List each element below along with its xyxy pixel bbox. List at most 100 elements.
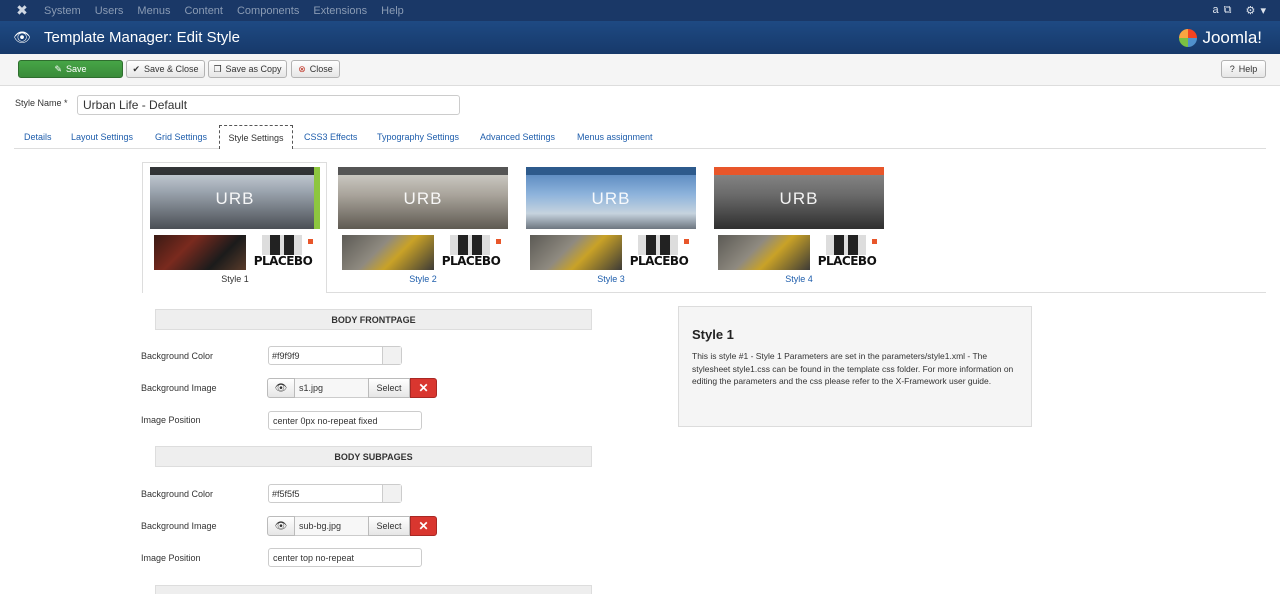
band-silhouettes — [638, 235, 678, 255]
page-title: Template Manager: Edit Style — [44, 29, 240, 46]
subpages-image-position-input[interactable]: center top no-repeat — [268, 548, 422, 567]
accent-dot — [684, 239, 689, 244]
tab-css3-effects[interactable]: CSS3 Effects — [304, 125, 357, 149]
section-partial — [155, 585, 592, 594]
subpages-bg-color-value: #f5f5f5 — [269, 485, 383, 502]
subpages-bg-image-field: 👁 sub-bg.jpg Select ✕ — [267, 516, 437, 536]
tab-typography-settings[interactable]: Typography Settings — [377, 125, 459, 149]
preview-eye-icon[interactable]: 👁 — [267, 516, 295, 536]
preview-nav — [150, 167, 320, 175]
preview-band: PLACEBO — [814, 235, 880, 270]
subpages-bg-image-value: sub-bg.jpg — [295, 516, 368, 536]
admin-menu-bar: ✖ System Users Menus Content Components … — [0, 0, 1280, 21]
style-name-input[interactable] — [77, 95, 460, 115]
subpages-image-position-label: Image Position — [141, 553, 201, 563]
frontpage-bg-image-label: Background Image — [141, 383, 217, 393]
frontpage-bg-image-field: 👁 s1.jpg Select ✕ — [267, 378, 437, 398]
band-silhouettes — [450, 235, 490, 255]
gear-icon: ⚙ — [1245, 5, 1256, 17]
style-1-label[interactable]: Style 1 — [150, 274, 320, 284]
frontpage-bg-color-input[interactable]: #f9f9f9 — [268, 346, 402, 365]
check-icon: ✔ — [132, 63, 140, 74]
band-name: PLACEBO — [817, 254, 877, 268]
preview-band: PLACEBO — [626, 235, 692, 270]
menu-system[interactable]: System — [44, 5, 81, 17]
style-name-label: Style Name * — [15, 98, 68, 108]
close-button[interactable]: ⊗ Close — [291, 60, 340, 78]
preview-nav — [338, 167, 508, 175]
section-body-subpages: BODY SUBPAGES — [155, 446, 592, 467]
page-header: 👁 Template Manager: Edit Style Joomla! — [0, 21, 1280, 54]
help-button[interactable]: ? Help — [1221, 60, 1266, 78]
user-name: a — [1212, 4, 1219, 16]
style-info-title: Style 1 — [692, 327, 734, 342]
accent-dot — [872, 239, 877, 244]
save-button-label: Save — [66, 64, 87, 74]
subpages-color-swatch[interactable] — [383, 485, 401, 502]
joomla-menu-icon[interactable]: ✖ — [0, 0, 44, 21]
tab-style-settings[interactable]: Style Settings — [219, 125, 293, 149]
preview-eye-icon[interactable]: 👁 — [267, 378, 295, 398]
subpages-remove-icon[interactable]: ✕ — [410, 516, 437, 536]
style-2-thumbnail[interactable]: URB PLACEBO — [338, 167, 508, 270]
menu-extensions[interactable]: Extensions — [313, 5, 367, 17]
preview-logo: URB — [779, 189, 819, 208]
style-2-label[interactable]: Style 2 — [338, 274, 508, 284]
cancel-icon: ⊗ — [298, 63, 306, 74]
menu-components[interactable]: Components — [237, 5, 299, 17]
joomla-logo: Joomla! — [1179, 28, 1262, 48]
band-silhouettes — [262, 235, 302, 255]
settings-caret: ▾ — [1260, 5, 1266, 17]
question-icon: ? — [1229, 64, 1235, 74]
tab-menus-assignment[interactable]: Menus assignment — [577, 125, 653, 149]
preview-photo — [154, 235, 246, 270]
tab-advanced-settings[interactable]: Advanced Settings — [480, 125, 555, 149]
save-button[interactable]: ✎ Save — [18, 60, 123, 78]
save-copy-button-label: Save as Copy — [225, 64, 282, 74]
frontpage-remove-icon[interactable]: ✕ — [410, 378, 437, 398]
preview-band: PLACEBO — [250, 235, 316, 270]
preview-logo: URB — [591, 189, 631, 208]
frontpage-color-swatch[interactable] — [383, 347, 401, 364]
save-close-button[interactable]: ✔ Save & Close — [126, 60, 205, 78]
menu-users[interactable]: Users — [95, 5, 124, 17]
frontpage-image-position-input[interactable]: center 0px no-repeat fixed — [268, 411, 422, 430]
tab-details[interactable]: Details — [24, 125, 52, 149]
frontpage-bg-color-value: #f9f9f9 — [269, 347, 383, 364]
preview-logo: URB — [403, 189, 443, 208]
subpages-bg-color-label: Background Color — [141, 489, 214, 499]
frontpage-bg-image-value: s1.jpg — [295, 378, 368, 398]
style-3-thumbnail[interactable]: URB PLACEBO — [526, 167, 696, 270]
menu-help[interactable]: Help — [381, 5, 404, 17]
preview-nav — [526, 167, 696, 175]
settings-menu[interactable]: ⚙ ▾ — [1246, 4, 1266, 17]
preview-band: PLACEBO — [438, 235, 504, 270]
toolbar: ✎ Save ✔ Save & Close ❐ Save as Copy ⊗ Close… — [0, 54, 1280, 86]
style-1-thumbnail[interactable]: URB PLACEBO — [150, 167, 320, 270]
eye-icon: 👁 — [13, 29, 31, 45]
accent-dot — [496, 239, 501, 244]
frontpage-select-button[interactable]: Select — [368, 378, 410, 398]
preview-nav — [714, 167, 884, 175]
preview-photo — [718, 235, 810, 270]
user-menu[interactable]: a ⧉ — [1212, 4, 1231, 17]
band-name: PLACEBO — [629, 254, 689, 268]
external-link-icon: ⧉ — [1223, 4, 1232, 16]
subpages-select-button[interactable]: Select — [368, 516, 410, 536]
style-3-label[interactable]: Style 3 — [526, 274, 696, 284]
menu-content[interactable]: Content — [184, 5, 223, 17]
subpages-bg-color-input[interactable]: #f5f5f5 — [268, 484, 402, 503]
style-4-thumbnail[interactable]: URB PLACEBO — [714, 167, 884, 270]
band-name: PLACEBO — [253, 254, 313, 268]
subpages-bg-image-label: Background Image — [141, 521, 217, 531]
copy-icon: ❐ — [213, 63, 222, 74]
tab-grid-settings[interactable]: Grid Settings — [155, 125, 207, 149]
menu-menus[interactable]: Menus — [137, 5, 170, 17]
save-copy-button[interactable]: ❐ Save as Copy — [208, 60, 287, 78]
band-name: PLACEBO — [441, 254, 501, 268]
style-info-description: This is style #1 - Style 1 Parameters ar… — [692, 351, 1014, 386]
style-4-label[interactable]: Style 4 — [714, 274, 884, 284]
tab-layout-settings[interactable]: Layout Settings — [71, 125, 133, 149]
preview-logo: URB — [215, 189, 255, 208]
accent-dot — [308, 239, 313, 244]
